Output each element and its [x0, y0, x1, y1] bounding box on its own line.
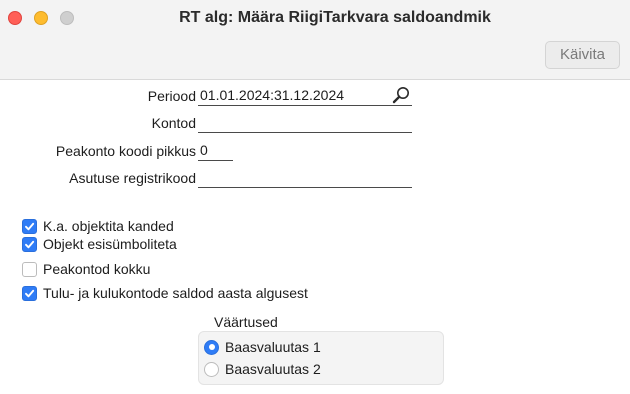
radio-label: Baasvaluutas 2 [225, 361, 321, 377]
radio-button[interactable] [204, 339, 219, 355]
period-row: Periood [0, 86, 196, 106]
checkbox[interactable] [22, 261, 37, 277]
radio-label: Baasvaluutas 1 [225, 339, 321, 355]
institution-code-row: Asutuse registrikood [0, 168, 196, 188]
checkbox[interactable] [22, 236, 37, 252]
minimize-button[interactable] [34, 11, 48, 25]
main-account-length-row: Peakonto koodi pikkus [0, 141, 196, 161]
checkmark-icon [25, 240, 35, 248]
institution-code-field[interactable] [198, 168, 412, 188]
radio-base-currency-2[interactable]: Baasvaluutas 2 [204, 359, 321, 379]
main-account-length-field[interactable]: 0 [198, 141, 233, 161]
option-objectless-entries[interactable]: K.a. objektita kanded [22, 216, 174, 236]
checkbox-label: Tulu- ja kulukontode saldod aasta alguse… [43, 285, 308, 301]
institution-code-label: Asutuse registrikood [69, 170, 196, 186]
values-group-title: Väärtused [214, 314, 278, 330]
option-object-no-prefix[interactable]: Objekt esisümboliteta [22, 234, 177, 254]
accounts-label: Kontod [151, 115, 196, 131]
checkbox-label: K.a. objektita kanded [43, 218, 174, 234]
checkbox[interactable] [22, 285, 37, 301]
radio-button[interactable] [204, 361, 219, 377]
period-field[interactable]: 01.01.2024:31.12.2024 [198, 86, 412, 106]
accounts-row: Kontod [0, 113, 196, 133]
checkmark-icon [25, 222, 35, 230]
magnifier-icon[interactable] [391, 85, 411, 105]
accounts-field[interactable] [198, 113, 412, 133]
window-title: RT alg: Määra RiigiTarkvara saldoandmik [179, 9, 491, 26]
run-button[interactable]: Käivita [545, 41, 620, 69]
period-label: Periood [147, 88, 196, 104]
checkmark-icon [25, 289, 35, 297]
option-pl-balances-ytd[interactable]: Tulu- ja kulukontode saldod aasta alguse… [22, 283, 308, 303]
title-bar: RT alg: Määra RiigiTarkvara saldoandmik … [0, 0, 630, 80]
main-account-length-label: Peakonto koodi pikkus [55, 143, 196, 159]
close-button[interactable] [8, 11, 22, 25]
checkbox-label: Peakontod kokku [43, 261, 151, 277]
zoom-button [60, 11, 74, 25]
radio-base-currency-1[interactable]: Baasvaluutas 1 [204, 337, 321, 357]
option-main-accounts-total[interactable]: Peakontod kokku [22, 259, 150, 279]
checkbox-label: Objekt esisümboliteta [43, 236, 177, 252]
report-window: RT alg: Määra RiigiTarkvara saldoandmik … [0, 0, 630, 394]
checkbox[interactable] [22, 218, 37, 234]
